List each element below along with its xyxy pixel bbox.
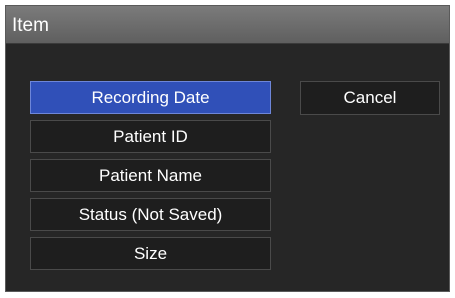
item-option-recording-date[interactable]: Recording Date [30,81,271,114]
item-option-status[interactable]: Status (Not Saved) [30,198,271,231]
dialog-titlebar: Item [6,6,449,44]
item-dialog: Item Recording Date Patient ID Patient N… [5,5,450,292]
item-options-list: Recording Date Patient ID Patient Name S… [30,81,271,271]
item-option-patient-name[interactable]: Patient Name [30,159,271,192]
dialog-title: Item [12,15,49,36]
item-option-size[interactable]: Size [30,237,271,270]
cancel-button[interactable]: Cancel [300,81,440,115]
item-option-patient-id[interactable]: Patient ID [30,120,271,153]
